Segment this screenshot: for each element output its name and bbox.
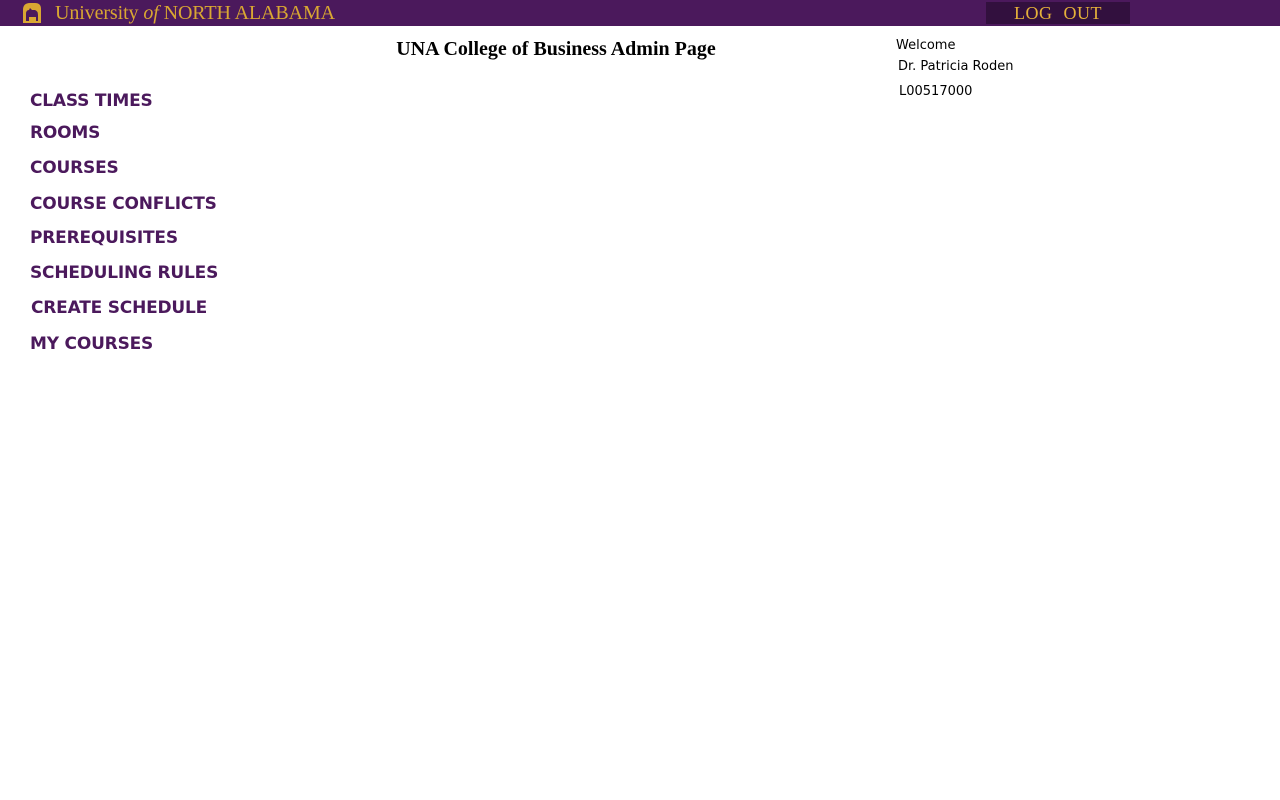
nav-course-conflicts[interactable]: COURSE CONFLICTS <box>30 194 217 214</box>
logout-button[interactable]: LOG OUT <box>986 2 1130 24</box>
nav-rooms[interactable]: ROOMS <box>30 123 100 143</box>
una-logo[interactable]: University of NORTH ALABAMA <box>20 0 335 26</box>
user-name: Dr. Patricia Roden <box>898 59 1014 74</box>
user-id: L00517000 <box>899 84 973 99</box>
nav-my-courses[interactable]: MY COURSES <box>30 334 153 354</box>
nav-prerequisites[interactable]: PREREQUISITES <box>30 228 178 248</box>
nav-courses[interactable]: COURSES <box>30 158 119 178</box>
welcome-label: Welcome <box>896 38 956 53</box>
university-name: University of NORTH ALABAMA <box>55 2 336 24</box>
nav-class-times[interactable]: CLASS TIMES <box>30 91 153 111</box>
nav-create-schedule[interactable]: CREATE SCHEDULE <box>31 298 207 318</box>
nav-scheduling-rules[interactable]: SCHEDULING RULES <box>30 263 218 283</box>
header-bar: University of NORTH ALABAMA LOG OUT <box>0 0 1280 26</box>
lion-icon <box>20 1 44 25</box>
